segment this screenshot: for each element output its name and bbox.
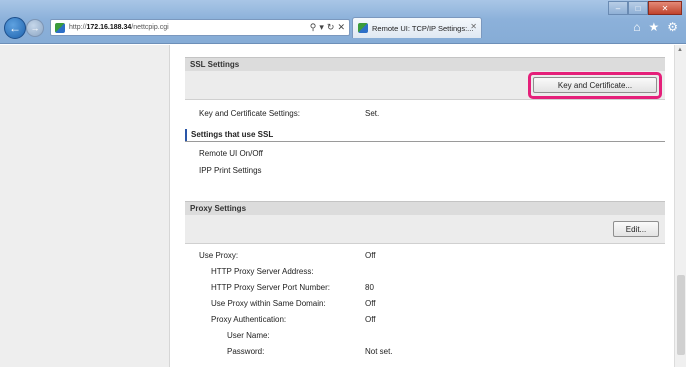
tab-close-icon[interactable]: ✕	[470, 22, 477, 31]
key-cert-settings-label: Key and Certificate Settings:	[199, 109, 300, 118]
password-value: Not set.	[365, 347, 393, 356]
favorites-star-icon[interactable]: ★	[648, 20, 659, 34]
dropdown-arrow-icon[interactable]: ▾	[319, 22, 324, 33]
minimize-button[interactable]: –	[608, 1, 628, 15]
settings-that-use-ssl-heading: Settings that use SSL	[185, 128, 665, 142]
close-icon: ✕	[661, 3, 669, 13]
arrow-left-icon: ←	[9, 21, 21, 35]
site-favicon-icon	[55, 22, 65, 33]
settings-gear-icon[interactable]: ⚙	[667, 20, 678, 34]
proxy-authentication-value: Off	[365, 315, 376, 324]
maximize-button[interactable]: □	[628, 1, 648, 15]
proxy-server-address-label: HTTP Proxy Server Address:	[211, 267, 314, 276]
scroll-up-arrow-icon[interactable]: ▲	[677, 47, 683, 53]
url-text: http://172.16.188.34/nettcpip.cgi	[69, 24, 169, 31]
key-cert-settings-value: Set.	[365, 109, 380, 118]
proxy-same-domain-label: Use Proxy within Same Domain:	[211, 299, 326, 308]
minimize-icon: –	[615, 3, 621, 13]
stop-icon[interactable]: ✕	[337, 22, 345, 33]
tab-title: Remote UI: TCP/IP Settings:...	[372, 23, 474, 33]
password-label: Password:	[227, 347, 265, 356]
search-icon[interactable]: ⚲	[310, 22, 317, 33]
edit-button[interactable]: Edit...	[613, 221, 659, 237]
user-name-label: User Name:	[227, 331, 270, 340]
ipp-print-settings-link[interactable]: IPP Print Settings	[199, 166, 262, 175]
vertical-scrollbar[interactable]: ▲	[674, 45, 686, 367]
address-bar[interactable]: http://172.16.188.34/nettcpip.cgi ⚲ ▾ ↻ …	[50, 19, 350, 36]
settings-content: SSL Settings Key and Certificate... Key …	[171, 45, 674, 367]
use-proxy-label: Use Proxy:	[199, 251, 239, 260]
proxy-port-label: HTTP Proxy Server Port Number:	[211, 283, 330, 292]
ssl-settings-header: SSL Settings	[185, 57, 665, 71]
proxy-authentication-label: Proxy Authentication:	[211, 315, 287, 324]
proxy-button-bar	[185, 215, 665, 244]
proxy-port-value: 80	[365, 283, 374, 292]
proxy-settings-header: Proxy Settings	[185, 201, 665, 215]
key-and-certificate-button[interactable]: Key and Certificate...	[533, 77, 657, 93]
use-proxy-value: Off	[365, 251, 376, 260]
refresh-icon[interactable]: ↻	[327, 22, 335, 33]
remote-ui-on-off-link[interactable]: Remote UI On/Off	[199, 149, 263, 158]
arrow-right-icon: →	[30, 23, 40, 33]
home-icon[interactable]: ⌂	[633, 20, 640, 34]
browser-tab[interactable]: Remote UI: TCP/IP Settings:... ✕	[352, 17, 482, 38]
left-navigation-pane	[0, 45, 170, 367]
scrollbar-thumb[interactable]	[677, 275, 685, 355]
maximize-icon: □	[635, 3, 641, 13]
close-window-button[interactable]: ✕	[648, 1, 682, 15]
forward-button[interactable]: →	[26, 19, 44, 37]
tab-favicon-icon	[358, 23, 368, 33]
proxy-same-domain-value: Off	[365, 299, 376, 308]
back-button[interactable]: ←	[4, 17, 26, 39]
browser-toolbar: ← → http://172.16.188.34/nettcpip.cgi ⚲ …	[0, 0, 686, 44]
